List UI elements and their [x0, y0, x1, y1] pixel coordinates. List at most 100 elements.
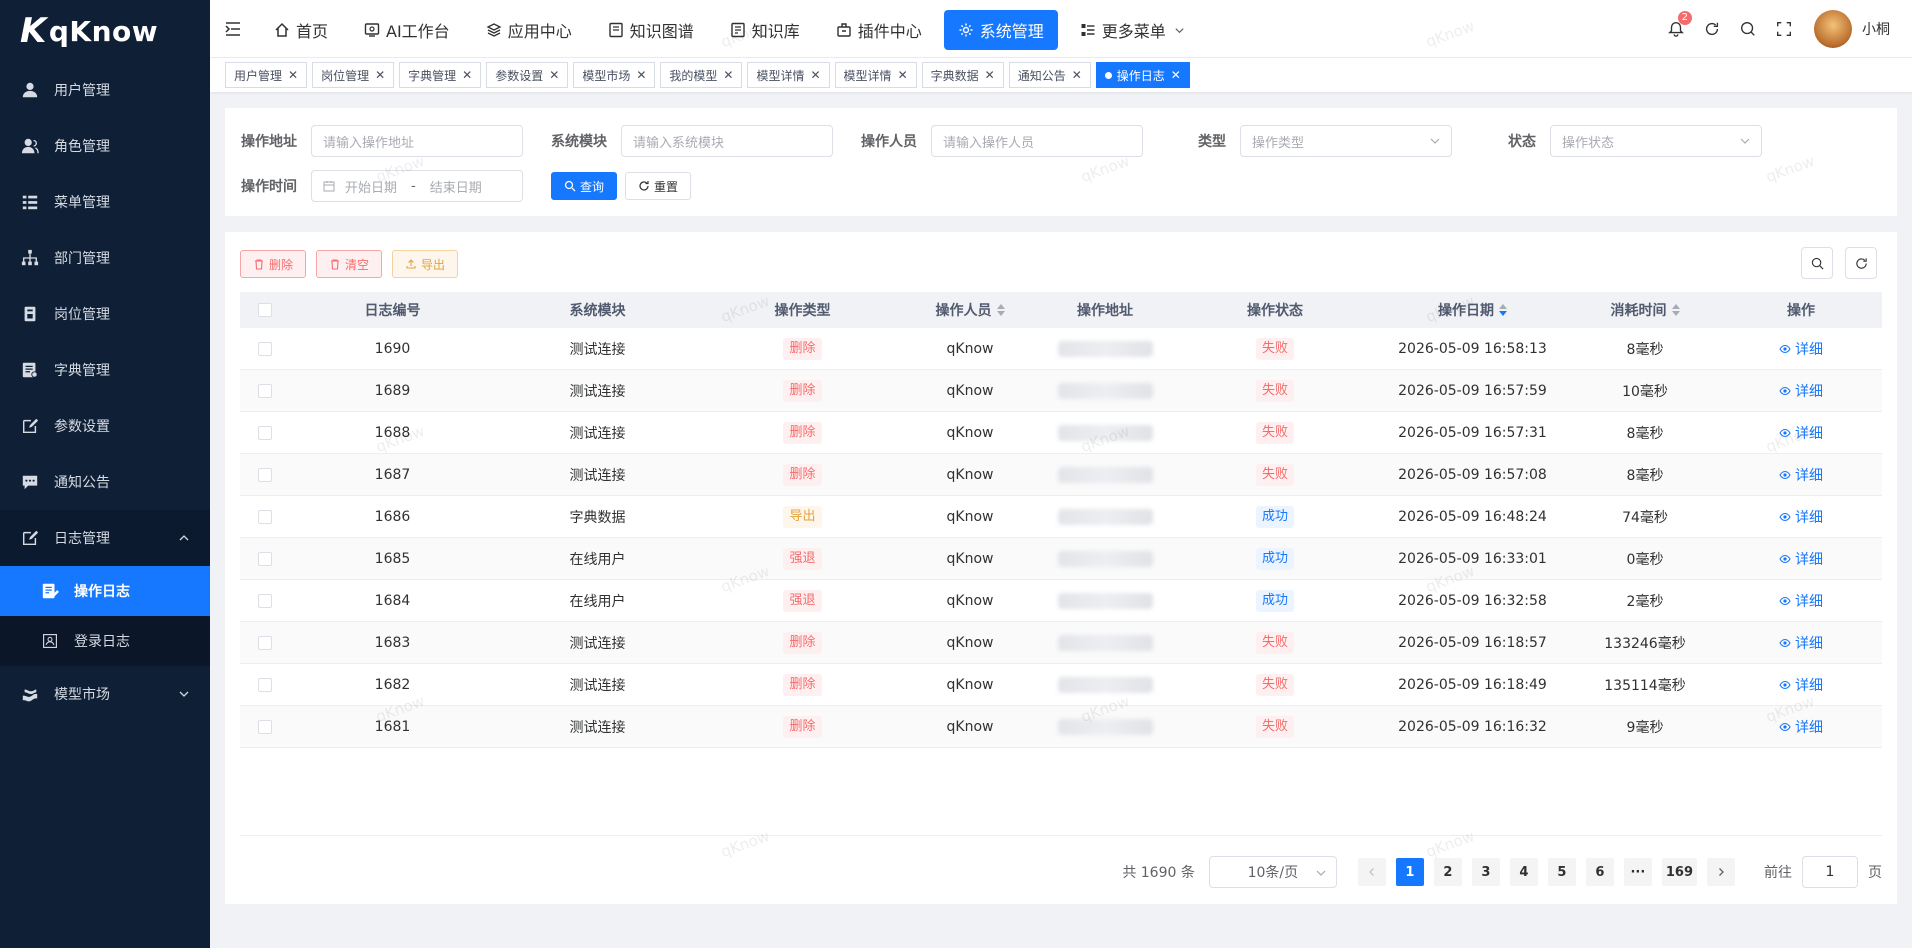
detail-link[interactable]: 详细 [1779, 591, 1823, 611]
sidebar-item-4[interactable]: 岗位管理 [0, 286, 210, 342]
row-checkbox[interactable] [258, 593, 272, 608]
close-icon[interactable]: ✕ [375, 68, 385, 82]
operator-input[interactable]: 请输入操作人员 [931, 125, 1143, 157]
close-icon[interactable]: ✕ [462, 68, 472, 82]
row-checkbox[interactable] [258, 425, 272, 440]
close-icon[interactable]: ✕ [898, 68, 908, 82]
prev-page-button[interactable] [1357, 858, 1386, 886]
tag-10[interactable]: 操作日志 ✕ [1095, 62, 1190, 88]
sidebar-item-8[interactable]: 日志管理 [0, 510, 210, 566]
page-button[interactable]: 3 [1471, 858, 1500, 886]
sidebar-item-9[interactable]: 模型市场 [0, 666, 210, 722]
sidebar-item-3[interactable]: 部门管理 [0, 230, 210, 286]
refresh-icon[interactable] [1702, 19, 1722, 39]
sidebar-item-1[interactable]: 角色管理 [0, 118, 210, 174]
query-button[interactable]: 查询 [551, 172, 618, 200]
toggle-search-button[interactable] [1801, 247, 1833, 279]
page-button[interactable]: 2 [1433, 858, 1462, 886]
sort-icon[interactable] [1499, 304, 1507, 316]
close-icon[interactable]: ✕ [1171, 68, 1181, 82]
search-icon[interactable] [1738, 19, 1758, 39]
more-pages-button[interactable]: ··· [1623, 858, 1652, 886]
sidebar-item-2[interactable]: 菜单管理 [0, 174, 210, 230]
detail-link[interactable]: 详细 [1779, 675, 1823, 695]
detail-link[interactable]: 详细 [1779, 339, 1823, 359]
close-icon[interactable]: ✕ [636, 68, 646, 82]
tag-1[interactable]: 岗位管理 ✕ [312, 62, 395, 88]
sort-descending-icon[interactable] [1671, 311, 1680, 316]
sidebar-subitem-1[interactable]: 登录日志 [0, 616, 210, 666]
column-header-7[interactable]: 消耗时间 [1570, 292, 1720, 328]
topnav-item-3[interactable]: 知识图谱 [594, 10, 708, 50]
row-checkbox[interactable] [258, 677, 272, 692]
sort-ascending-icon[interactable] [1671, 304, 1680, 309]
page-button[interactable]: 4 [1509, 858, 1538, 886]
tag-2[interactable]: 字典管理 ✕ [399, 62, 482, 88]
detail-link[interactable]: 详细 [1779, 633, 1823, 653]
tag-9[interactable]: 通知公告 ✕ [1008, 62, 1091, 88]
sort-descending-icon[interactable] [996, 311, 1005, 316]
topnav-item-4[interactable]: 知识库 [716, 10, 814, 50]
column-header-6[interactable]: 操作日期 [1375, 292, 1570, 328]
close-icon[interactable]: ✕ [723, 68, 733, 82]
goto-page-input[interactable]: 1 [1802, 856, 1858, 888]
topnav-item-0[interactable]: 首页 [260, 10, 342, 50]
sort-icon[interactable] [996, 304, 1005, 316]
tag-0[interactable]: 用户管理 ✕ [225, 62, 308, 88]
close-icon[interactable]: ✕ [288, 68, 298, 82]
username[interactable]: 小桐 [1862, 19, 1890, 39]
page-button[interactable]: 6 [1585, 858, 1614, 886]
topnav-item-6[interactable]: 系统管理 [943, 10, 1058, 50]
row-checkbox[interactable] [258, 509, 272, 524]
close-icon[interactable]: ✕ [985, 68, 995, 82]
page-button[interactable]: 169 [1661, 858, 1697, 886]
row-checkbox[interactable] [258, 719, 272, 734]
sort-descending-icon[interactable] [1499, 311, 1507, 316]
notification-bell-icon[interactable]: 2 [1666, 11, 1692, 39]
close-icon[interactable]: ✕ [549, 68, 559, 82]
delete-button[interactable]: 删除 [240, 250, 307, 278]
fullscreen-icon[interactable] [1774, 19, 1794, 39]
sidebar-item-7[interactable]: 通知公告 [0, 454, 210, 510]
select-all-checkbox[interactable] [258, 303, 272, 317]
clear-button[interactable]: 清空 [316, 250, 383, 278]
reset-button[interactable]: 重置 [625, 172, 692, 200]
detail-link[interactable]: 详细 [1779, 507, 1823, 527]
sidebar-subitem-0[interactable]: 操作日志 [0, 566, 210, 616]
page-button[interactable]: 5 [1547, 858, 1576, 886]
collapse-sidebar-icon[interactable] [224, 20, 242, 38]
sort-icon[interactable] [1671, 304, 1680, 316]
page-button[interactable]: 1 [1395, 858, 1424, 886]
row-checkbox[interactable] [258, 635, 272, 650]
topnav-item-7[interactable]: 更多菜单 [1066, 10, 1199, 50]
avatar[interactable] [1814, 10, 1852, 48]
detail-link[interactable]: 详细 [1779, 465, 1823, 485]
page-size-select[interactable]: 10条/页 [1208, 856, 1337, 888]
tag-5[interactable]: 我的模型 ✕ [660, 62, 743, 88]
type-select[interactable]: 操作类型 [1240, 125, 1452, 157]
module-input[interactable]: 请输入系统模块 [621, 125, 833, 157]
topnav-item-5[interactable]: 插件中心 [822, 10, 936, 50]
status-select[interactable]: 操作状态 [1550, 125, 1762, 157]
close-icon[interactable]: ✕ [810, 68, 820, 82]
next-page-button[interactable] [1707, 858, 1735, 886]
tag-6[interactable]: 模型详情 ✕ [747, 62, 830, 88]
tag-4[interactable]: 模型市场 ✕ [573, 62, 656, 88]
op-address-input[interactable]: 请输入操作地址 [311, 125, 523, 157]
date-range-picker[interactable]: 开始日期 - 结束日期 [311, 170, 523, 202]
detail-link[interactable]: 详细 [1779, 549, 1823, 569]
detail-link[interactable]: 详细 [1779, 381, 1823, 401]
export-button[interactable]: 导出 [392, 250, 459, 278]
column-header-3[interactable]: 操作人员 [905, 292, 1035, 328]
row-checkbox[interactable] [258, 383, 272, 398]
topnav-item-1[interactable]: AI工作台 [350, 10, 464, 50]
refresh-table-button[interactable] [1845, 247, 1877, 279]
row-checkbox[interactable] [258, 467, 272, 482]
sidebar-item-5[interactable]: 字典管理 [0, 342, 210, 398]
tag-8[interactable]: 字典数据 ✕ [921, 62, 1004, 88]
row-checkbox[interactable] [258, 341, 272, 356]
detail-link[interactable]: 详细 [1779, 423, 1823, 443]
detail-link[interactable]: 详细 [1779, 717, 1823, 737]
sort-ascending-icon[interactable] [1499, 304, 1507, 309]
topnav-item-2[interactable]: 应用中心 [472, 10, 586, 50]
